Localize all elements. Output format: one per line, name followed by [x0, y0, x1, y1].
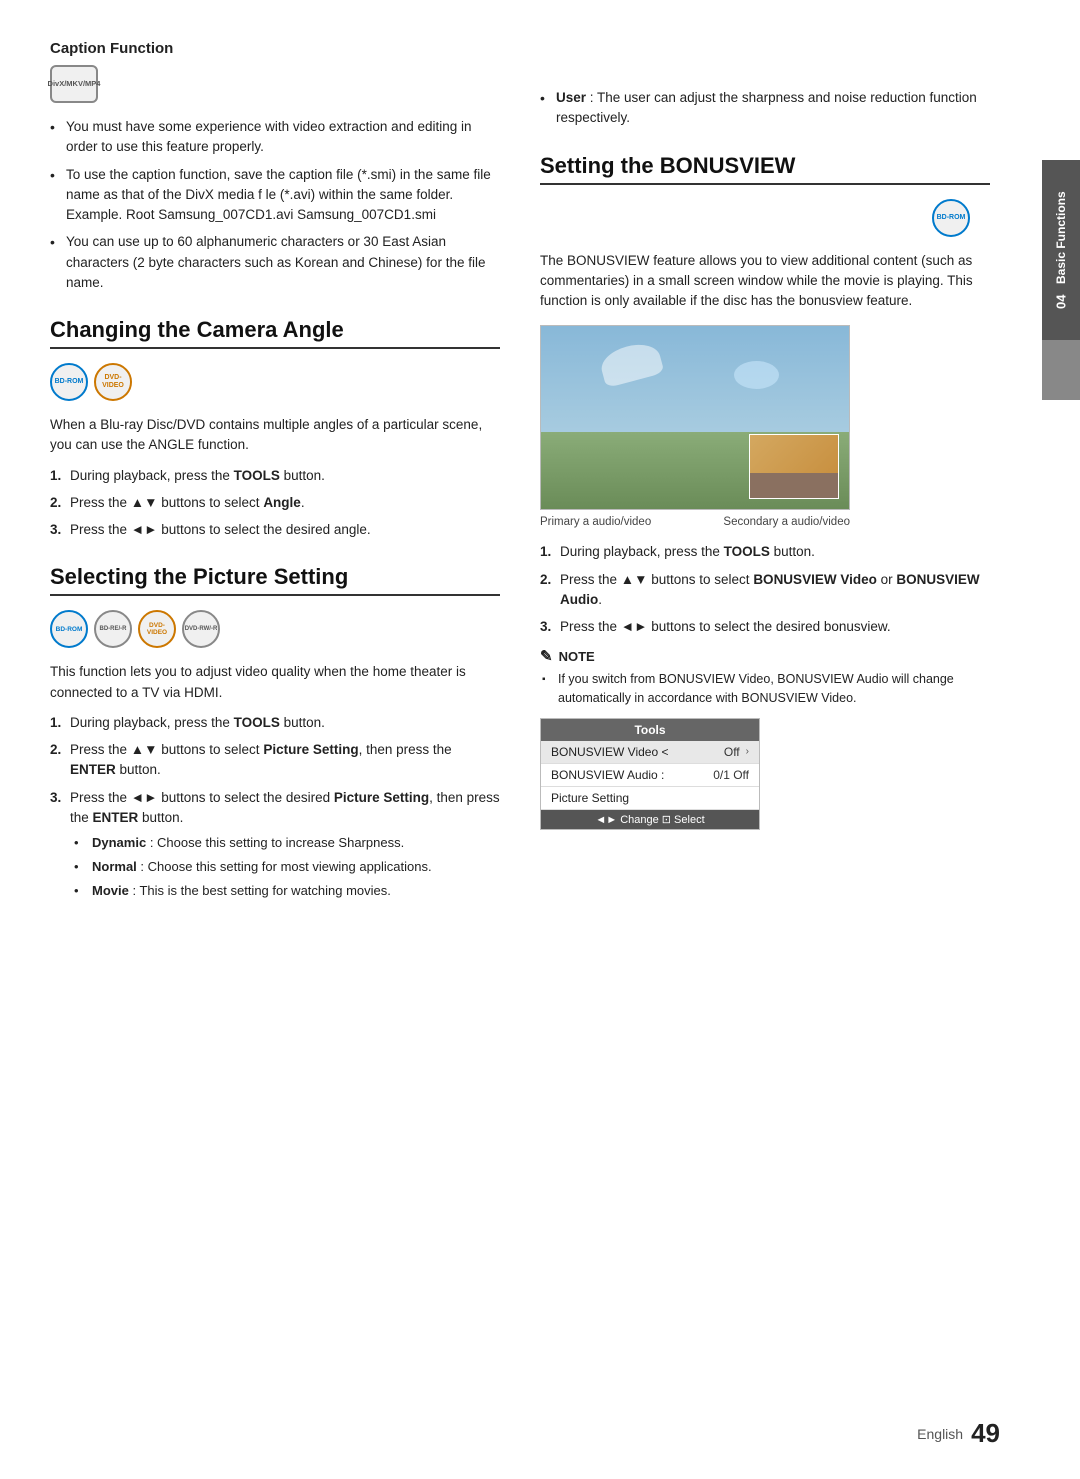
note-icon: ✎	[540, 647, 553, 665]
bonusview-intro: The BONUSVIEW feature allows you to view…	[540, 251, 990, 312]
picture-setting-intro: This function lets you to adjust video q…	[50, 662, 500, 703]
bonusview-badge-row: BD-ROM	[540, 199, 970, 237]
camera-badge-row: BD-ROM DVD-VIDEO	[50, 363, 500, 401]
tools-label-picture: Picture Setting	[551, 791, 629, 805]
note-item-1: If you switch from BONUSVIEW Video, BONU…	[540, 670, 990, 708]
page-footer: English 49	[917, 1418, 1000, 1449]
picture-sub-bullets: Dynamic : Choose this setting to increas…	[74, 834, 500, 901]
tools-table: Tools BONUSVIEW Video < Off › BONUSVIEW …	[540, 718, 760, 830]
user-bullet-item: User : The user can adjust the sharpness…	[540, 88, 990, 129]
language-label: English	[917, 1426, 963, 1442]
bonusview-section: Setting the BONUSVIEW BD-ROM The BONUSVI…	[540, 153, 990, 830]
picture-sub-movie: Movie : This is the best setting for wat…	[74, 882, 500, 901]
tools-label-video: BONUSVIEW Video <	[551, 745, 669, 759]
dvd-video-badge-2: DVD-VIDEO	[138, 610, 176, 648]
picture-setting-steps: 1. During playback, press the TOOLS butt…	[50, 713, 500, 901]
chapter-title: Basic Functions	[1054, 191, 1068, 284]
primary-caption: Primary a audio/video	[540, 516, 651, 528]
bd-rom-badge-1: BD-ROM	[50, 363, 88, 401]
caption-badge-row: DivX/MKV/MP4	[50, 65, 500, 103]
bonusview-inset	[749, 434, 839, 499]
camera-angle-section: Changing the Camera Angle BD-ROM DVD-VID…	[50, 317, 500, 540]
caption-function-title: Caption Function	[50, 40, 500, 57]
bonusview-title: Setting the BONUSVIEW	[540, 153, 990, 185]
bd-rom-badge-2: BD-ROM	[50, 610, 88, 648]
caption-bullet-list: You must have some experience with video…	[50, 117, 500, 293]
picture-step-1: 1. During playback, press the TOOLS butt…	[50, 713, 500, 733]
tools-row-bonusview-video: BONUSVIEW Video < Off ›	[541, 741, 759, 764]
bd-re-badge: BD-RE/-R	[94, 610, 132, 648]
caption-bullet-3: You can use up to 60 alphanumeric charac…	[50, 232, 500, 293]
tools-header: Tools	[541, 719, 759, 741]
camera-step-2: 2. Press the ▲▼ buttons to select Angle.	[50, 493, 500, 513]
tools-row-picture: Picture Setting	[541, 787, 759, 810]
dvd-video-badge-1: DVD-VIDEO	[94, 363, 132, 401]
page-content: Caption Function DivX/MKV/MP4 You must h…	[0, 0, 1040, 951]
bonusview-step-2: 2. Press the ▲▼ buttons to select BONUSV…	[540, 570, 990, 611]
note-header: ✎ NOTE	[540, 647, 990, 665]
right-column: User : The user can adjust the sharpness…	[540, 40, 990, 911]
tools-row-bonusview-audio: BONUSVIEW Audio : 0/1 Off	[541, 764, 759, 787]
caption-function-section: Caption Function DivX/MKV/MP4 You must h…	[50, 40, 500, 293]
caption-bullet-1: You must have some experience with video…	[50, 117, 500, 158]
user-bullet: User : The user can adjust the sharpness…	[540, 88, 990, 129]
tools-value-audio: 0/1 Off	[713, 768, 749, 782]
secondary-caption: Secondary a audio/video	[723, 516, 850, 528]
picture-step-3: 3. Press the ◄► buttons to select the de…	[50, 788, 500, 901]
divx-badge: DivX/MKV/MP4	[50, 65, 98, 103]
note-list: If you switch from BONUSVIEW Video, BONU…	[540, 670, 990, 708]
bonusview-image	[540, 325, 850, 510]
chapter-tab: 04 Basic Functions	[1042, 160, 1080, 340]
dvd-rw-badge: DVD-RW/-R	[182, 610, 220, 648]
picture-setting-section: Selecting the Picture Setting BD-ROM BD-…	[50, 564, 500, 900]
camera-angle-steps: 1. During playback, press the TOOLS butt…	[50, 466, 500, 541]
note-label: NOTE	[559, 649, 595, 664]
camera-angle-title: Changing the Camera Angle	[50, 317, 500, 349]
camera-step-3: 3. Press the ◄► buttons to select the de…	[50, 520, 500, 540]
bonusview-steps: 1. During playback, press the TOOLS butt…	[540, 542, 990, 637]
tools-footer: ◄► Change ⊡ Select	[541, 810, 759, 829]
picture-step-2: 2. Press the ▲▼ buttons to select Pictur…	[50, 740, 500, 781]
picture-sub-normal: Normal : Choose this setting for most vi…	[74, 858, 500, 877]
chapter-number: 04	[1054, 294, 1069, 308]
note-section: ✎ NOTE If you switch from BONUSVIEW Vide…	[540, 647, 990, 708]
tab-accent	[1042, 340, 1080, 400]
tools-label-audio: BONUSVIEW Audio :	[551, 768, 664, 782]
picture-badge-row: BD-ROM BD-RE/-R DVD-VIDEO DVD-RW/-R	[50, 610, 500, 648]
left-column: Caption Function DivX/MKV/MP4 You must h…	[50, 40, 500, 911]
bonusview-step-1: 1. During playback, press the TOOLS butt…	[540, 542, 990, 562]
bonusview-captions: Primary a audio/video Secondary a audio/…	[540, 516, 850, 528]
picture-setting-title: Selecting the Picture Setting	[50, 564, 500, 596]
bonusview-step-3: 3. Press the ◄► buttons to select the de…	[540, 617, 990, 637]
caption-bullet-2: To use the caption function, save the ca…	[50, 165, 500, 226]
page-number: 49	[971, 1418, 1000, 1449]
tools-value-video: Off ›	[724, 745, 749, 759]
camera-angle-intro: When a Blu-ray Disc/DVD contains multipl…	[50, 415, 500, 456]
bd-rom-badge-bonusview: BD-ROM	[932, 199, 970, 237]
camera-step-1: 1. During playback, press the TOOLS butt…	[50, 466, 500, 486]
picture-sub-dynamic: Dynamic : Choose this setting to increas…	[74, 834, 500, 853]
